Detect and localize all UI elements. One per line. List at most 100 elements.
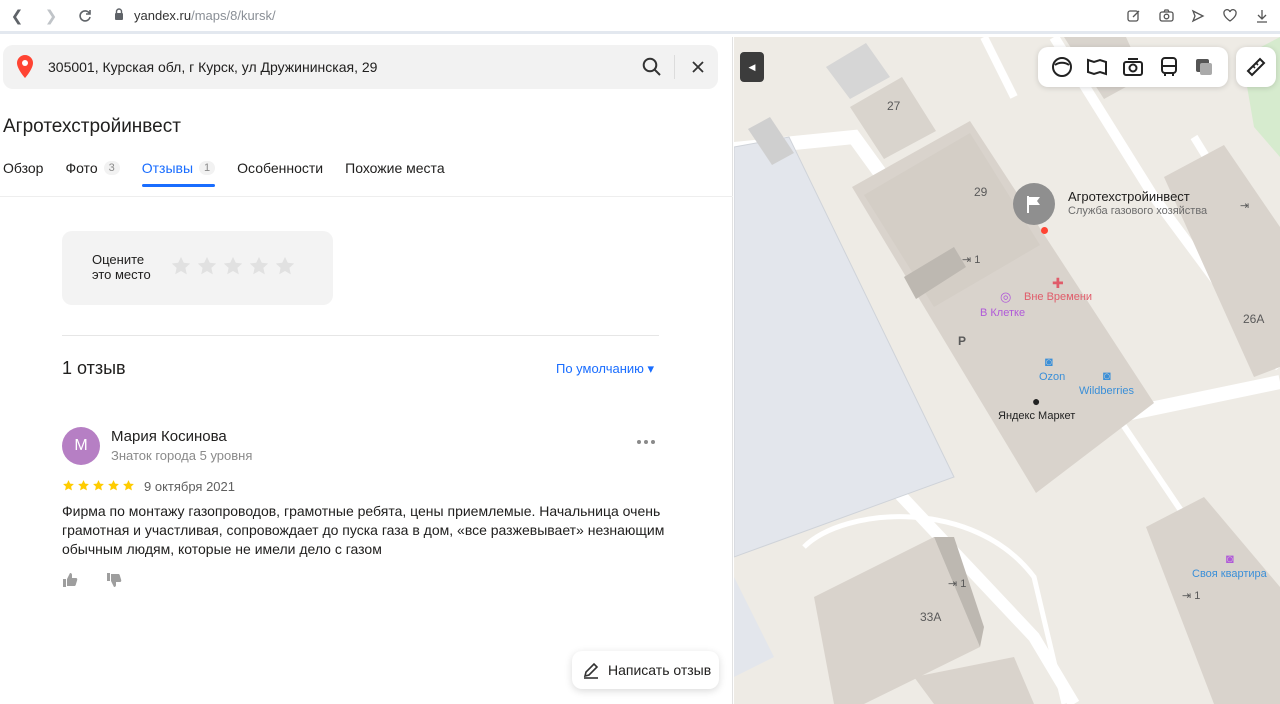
flag-icon [1027, 196, 1040, 213]
entrance-number: 1 [974, 254, 981, 266]
thumbs-up-icon[interactable] [62, 572, 78, 588]
tab-overview[interactable]: Обзор [3, 158, 43, 178]
map-building-number: 27 [887, 99, 901, 113]
parking-label: P [958, 334, 967, 348]
tab-photos[interactable]: Фото 3 [65, 158, 120, 178]
rate-place-box: Оцените это место [62, 231, 333, 305]
map-view[interactable]: ◀ 27 29 26А 33А ⇥ 1 ⇥ 1 ⇥ 1 P ⇥ ✚ Вне Вр… [734, 37, 1280, 704]
transport-icon[interactable] [1157, 55, 1181, 79]
more-options-icon[interactable] [637, 435, 659, 449]
selected-place-marker[interactable] [1013, 183, 1055, 225]
location-dot [1041, 227, 1048, 234]
map-place-title[interactable]: Агротехстройинвест [1068, 189, 1190, 204]
camera-icon[interactable] [1152, 2, 1180, 30]
tab-label: Обзор [3, 160, 44, 176]
download-icon[interactable] [1248, 2, 1276, 30]
store-icon: ◙ [1226, 551, 1234, 566]
heart-icon[interactable] [1216, 2, 1244, 30]
photo-icon[interactable] [1121, 55, 1145, 79]
map-poi-label[interactable]: Своя квартира [1192, 568, 1267, 580]
tab-label: Отзывы [141, 160, 194, 176]
star-icon [63, 480, 74, 491]
star-icon[interactable] [248, 255, 270, 277]
map-poi-label[interactable]: Вне Времени [1024, 291, 1092, 303]
star-icon[interactable] [222, 255, 244, 277]
map-building-number: 33А [920, 610, 942, 624]
review-reactions [62, 572, 122, 588]
tab-reviews[interactable]: Отзывы 1 [141, 158, 216, 187]
map-poi-label[interactable]: В Клетке [980, 307, 1025, 319]
pencil-icon [583, 662, 599, 679]
browser-toolbar: ❮ ❯ yandex.ru/maps/8/kursk/ [0, 0, 1280, 34]
map-building-number: 26А [1243, 312, 1265, 326]
tabs-divider [0, 196, 733, 197]
star-icon[interactable] [196, 255, 218, 277]
rate-label-line2: это место [92, 267, 151, 282]
star-icon[interactable] [274, 255, 296, 277]
entrance-icon: ⇥ [1240, 200, 1250, 212]
write-review-label: Написать отзыв [608, 662, 712, 678]
address-bar[interactable]: yandex.ru/maps/8/kursk/ [114, 8, 276, 23]
tab-bar: Обзор Фото 3 Отзывы 1 Особенности Похожие … [3, 158, 467, 187]
rate-label: Оцените это место [92, 252, 162, 282]
map-layers-toolbar [1038, 47, 1228, 87]
tab-count-badge: 1 [199, 161, 216, 175]
traffic-icon[interactable] [1192, 55, 1216, 79]
tab-features[interactable]: Особенности [237, 158, 323, 178]
collapse-panel-button[interactable]: ◀ [740, 52, 764, 82]
avatar[interactable]: M [62, 427, 100, 465]
tab-label: Фото [65, 160, 98, 176]
review-date: 9 октября 2021 [144, 479, 235, 494]
map-poi-label[interactable]: Ozon [1039, 371, 1065, 383]
lock-icon [114, 8, 124, 23]
ruler-icon[interactable] [1236, 47, 1276, 87]
panorama-icon[interactable] [1085, 55, 1109, 79]
review-rating [62, 479, 135, 492]
star-icon [123, 480, 134, 491]
map-poi-label[interactable]: Wildberries [1079, 385, 1134, 397]
reload-icon[interactable] [68, 1, 102, 31]
map-entrance-label: ⇥ 1 [1182, 590, 1201, 602]
shopping-bag-icon: ◙ [1045, 354, 1053, 369]
search-input[interactable]: 305001, Курская обл, г Курск, ул Дружини… [48, 59, 377, 75]
write-review-button[interactable]: Написать отзыв [572, 651, 719, 689]
entrance-number: 1 [1194, 590, 1201, 602]
review-author[interactable]: Мария Косинова [111, 428, 227, 445]
map-poi-label[interactable]: Яндекс Маркет [998, 410, 1075, 422]
reviews-count: 1 отзыв [62, 358, 126, 378]
tab-label: Похожие места [345, 160, 445, 176]
tab-similar-places[interactable]: Похожие места [345, 158, 444, 178]
map-building-number: 29 [974, 185, 988, 199]
forward-icon[interactable]: ❯ [34, 1, 68, 31]
store-icon: ◎ [1000, 289, 1012, 304]
search-bar[interactable]: 305001, Курская обл, г Курск, ул Дружини… [3, 45, 718, 89]
org-card-panel: 305001, Курская обл, г Курск, ул Дружини… [0, 37, 733, 704]
back-icon[interactable]: ❮ [0, 1, 34, 31]
entrance-number: 1 [960, 578, 967, 590]
sort-dropdown[interactable]: По умолчанию ▾ [556, 361, 654, 377]
star-icon [93, 480, 104, 491]
location-pin-icon [17, 55, 33, 78]
layers-icon[interactable] [1050, 55, 1074, 79]
search-icon[interactable] [630, 45, 674, 89]
review-text: Фирма по монтажу газопроводов, грамотные… [62, 503, 665, 557]
search-separator [674, 55, 675, 79]
thumbs-down-icon[interactable] [106, 572, 122, 588]
map-place-category: Служба газового хозяйства [1068, 205, 1208, 217]
tab-count-badge: 3 [103, 161, 120, 175]
rate-label-line1: Оцените [92, 252, 145, 267]
tab-label: Особенности [237, 160, 324, 176]
map-entrance-label: ⇥ 1 [962, 254, 981, 266]
section-divider [62, 335, 659, 336]
star-icon[interactable] [170, 255, 192, 277]
star-icon [108, 480, 119, 491]
close-icon[interactable] [676, 45, 720, 89]
shopping-bag-icon: ◙ [1103, 368, 1111, 383]
rating-stars-input[interactable] [170, 255, 296, 277]
plus-icon: ✚ [1052, 275, 1064, 291]
map-canvas [734, 37, 1280, 704]
author-level: Знаток города 5 уровня [111, 448, 253, 463]
page-title: Агротехстройинвест [3, 116, 181, 137]
edit-icon[interactable] [1120, 2, 1148, 30]
send-icon[interactable] [1184, 2, 1212, 30]
